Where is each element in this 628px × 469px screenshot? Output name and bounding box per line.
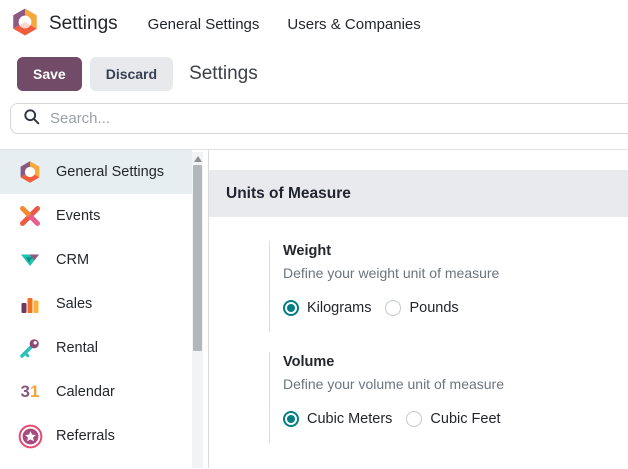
- control-panel: Save Discard Settings: [0, 48, 628, 100]
- setting-right-pane: Volume Define your volume unit of measur…: [269, 352, 504, 443]
- sidebar-item-sales[interactable]: Sales: [0, 282, 192, 326]
- settings-content: Units of Measure Weight Define your weig…: [209, 150, 628, 468]
- discard-button[interactable]: Discard: [90, 57, 173, 91]
- top-navbar: Settings General Settings Users & Compan…: [0, 0, 628, 48]
- setting-right-pane: Weight Define your weight unit of measur…: [269, 241, 499, 332]
- setting-weight: Weight Define your weight unit of measur…: [209, 241, 628, 332]
- radio-selected-icon[interactable]: [283, 411, 299, 427]
- radio-unselected-icon[interactable]: [385, 300, 401, 316]
- radio-label[interactable]: Cubic Meters: [307, 411, 392, 427]
- radio-label[interactable]: Kilograms: [307, 300, 371, 316]
- radio-option-pounds[interactable]: Pounds: [385, 300, 458, 316]
- radio-selected-icon[interactable]: [283, 300, 299, 316]
- sidebar-item-label: Rental: [56, 340, 98, 356]
- top-menu: General Settings Users & Companies: [148, 16, 421, 33]
- sidebar-item-label: Calendar: [56, 384, 115, 400]
- sales-icon: [17, 291, 43, 317]
- scrollbar-up-icon[interactable]: [194, 156, 202, 162]
- sidebar-item-label: Events: [56, 208, 100, 224]
- apps-menu-button[interactable]: [10, 9, 40, 39]
- weight-radio-group: Kilograms Pounds: [283, 300, 499, 316]
- setting-volume: Volume Define your volume unit of measur…: [209, 352, 628, 443]
- setting-left-pane: [209, 241, 269, 332]
- main-area: General Settings Events: [0, 150, 628, 468]
- menu-users-companies[interactable]: Users & Companies: [287, 16, 420, 33]
- rental-icon: [17, 335, 43, 361]
- odoo-logo-icon: [17, 159, 43, 185]
- radio-unselected-icon[interactable]: [406, 411, 422, 427]
- radio-option-cubic-feet[interactable]: Cubic Feet: [406, 411, 500, 427]
- volume-radio-group: Cubic Meters Cubic Feet: [283, 411, 504, 427]
- sidebar-scrollbar[interactable]: [192, 152, 203, 468]
- sidebar-item-referrals[interactable]: Referrals: [0, 414, 192, 458]
- sidebar-item-crm[interactable]: CRM: [0, 238, 192, 282]
- radio-option-kilograms[interactable]: Kilograms: [283, 300, 371, 316]
- scrollbar-thumb[interactable]: [193, 165, 202, 351]
- save-button[interactable]: Save: [17, 57, 82, 91]
- radio-option-cubic-meters[interactable]: Cubic Meters: [283, 411, 392, 427]
- odoo-logo-icon: [10, 7, 40, 42]
- radio-label[interactable]: Cubic Feet: [430, 411, 500, 427]
- section-title: Units of Measure: [226, 185, 351, 203]
- sidebar-item-label: Referrals: [56, 428, 115, 444]
- setting-name: Weight: [283, 241, 499, 262]
- search-input[interactable]: [50, 110, 628, 127]
- sidebar-item-rental[interactable]: Rental: [0, 326, 192, 370]
- app-title[interactable]: Settings: [49, 13, 118, 35]
- settings-sidebar: General Settings Events: [0, 150, 209, 468]
- section-header: Units of Measure: [209, 170, 628, 217]
- setting-name: Volume: [283, 352, 504, 373]
- setting-description: Define your volume unit of measure: [283, 374, 504, 395]
- events-icon: [17, 203, 43, 229]
- sidebar-item-label: Sales: [56, 296, 92, 312]
- radio-label[interactable]: Pounds: [409, 300, 458, 316]
- menu-general-settings[interactable]: General Settings: [148, 16, 260, 33]
- breadcrumb: Settings: [189, 63, 258, 85]
- setting-description: Define your weight unit of measure: [283, 263, 499, 284]
- sidebar-item-events[interactable]: Events: [0, 194, 192, 238]
- search-row: [0, 100, 628, 150]
- referrals-icon: [17, 423, 43, 449]
- crm-icon: [17, 247, 43, 273]
- sidebar-item-label: CRM: [56, 252, 89, 268]
- search-icon: [23, 108, 40, 130]
- setting-left-pane: [209, 352, 269, 443]
- sidebar-item-calendar[interactable]: 31 Calendar: [0, 370, 192, 414]
- sidebar-item-general-settings[interactable]: General Settings: [0, 150, 192, 194]
- sidebar-item-label: General Settings: [56, 164, 164, 180]
- search-box[interactable]: [10, 103, 628, 134]
- calendar-icon: 31: [17, 379, 43, 405]
